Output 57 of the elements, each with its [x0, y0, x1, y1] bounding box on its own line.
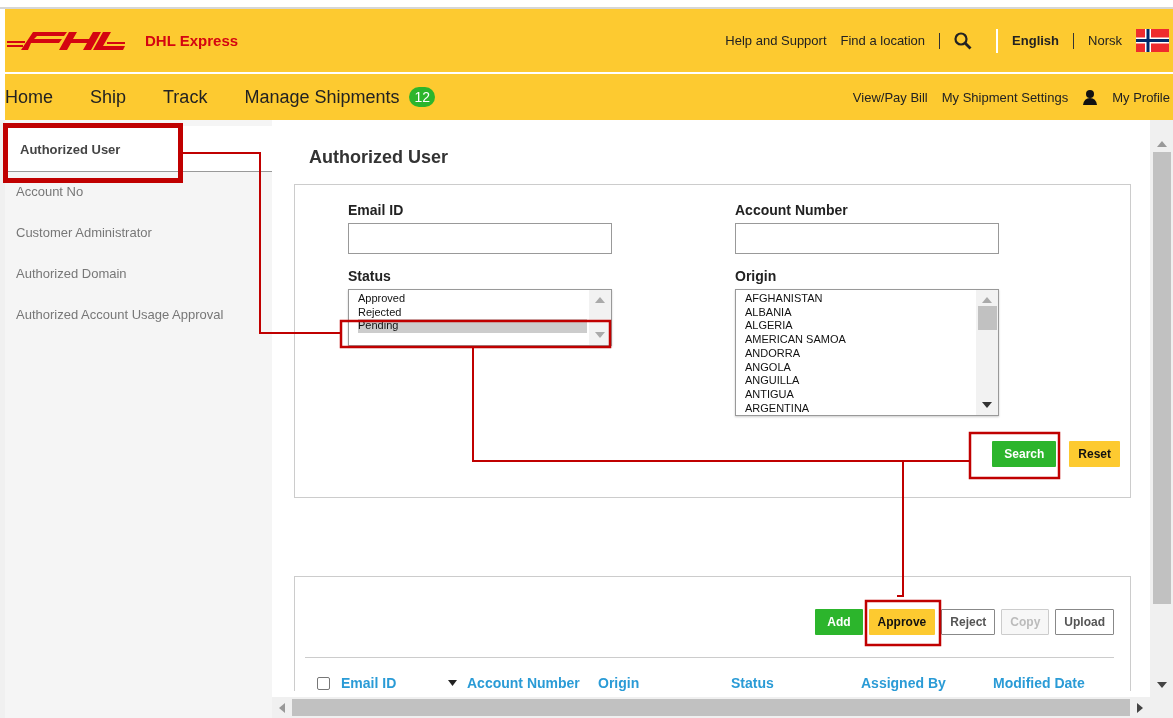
sidebar-item[interactable]: Authorized User: [5, 126, 272, 172]
brand-name: DHL Express: [145, 32, 239, 49]
nav-link[interactable]: Track: [163, 86, 208, 108]
list-option[interactable]: ANDORRA: [745, 346, 976, 361]
field-label: Account Number: [735, 202, 849, 218]
dhl-logo[interactable]: [7, 29, 125, 52]
list-option[interactable]: ANGOLA: [745, 360, 976, 375]
scroll-down-icon[interactable]: [1156, 681, 1167, 689]
list-option[interactable]: ARGENTINA: [745, 401, 976, 415]
page-title: Authorized User: [308, 146, 450, 169]
search-button[interactable]: Reset: [1069, 441, 1120, 467]
nav-link[interactable]: Home: [5, 86, 53, 108]
sidebar-item[interactable]: Authorized Account Usage Approval: [5, 295, 272, 336]
scroll-right-icon[interactable]: [1136, 702, 1144, 713]
list-option[interactable]: ANTIGUA: [745, 387, 976, 402]
nav-link[interactable]: Manage Shipments: [244, 86, 400, 108]
account-number-field[interactable]: [735, 223, 999, 254]
list-option[interactable]: ALBANIA: [745, 305, 976, 320]
scrollbar-thumb[interactable]: [977, 306, 997, 330]
count-badge: 12: [409, 87, 436, 107]
email-field[interactable]: [348, 223, 612, 254]
list-option[interactable]: Rejected: [358, 305, 589, 320]
select-all-checkbox[interactable]: [317, 676, 330, 690]
user-icon: [1082, 89, 1099, 105]
sidebar-item[interactable]: Authorized Domain: [5, 254, 272, 295]
scroll-down-icon[interactable]: [982, 402, 992, 409]
field-label: Origin: [735, 268, 778, 284]
scrollbar-thumb[interactable]: [1152, 152, 1171, 604]
action-button[interactable]: Approve: [868, 609, 936, 635]
scroll-left-icon[interactable]: [278, 702, 286, 713]
language-link[interactable]: Norsk: [1088, 33, 1122, 48]
action-button[interactable]: Reject: [941, 609, 996, 635]
scroll-up-icon[interactable]: [1156, 140, 1167, 148]
sort-caret-icon[interactable]: [448, 680, 458, 686]
flag-icon[interactable]: [1136, 29, 1169, 52]
nav-link[interactable]: Ship: [90, 86, 127, 108]
list-option[interactable]: AMERICAN SAMOA: [745, 333, 976, 347]
list-option[interactable]: AFGHANISTAN: [745, 292, 976, 306]
nav-link[interactable]: My Profile: [1112, 89, 1170, 105]
scroll-up-icon[interactable]: [982, 296, 992, 303]
language-link[interactable]: English: [1012, 33, 1060, 48]
scrollbar-thumb[interactable]: [292, 699, 1130, 716]
scroll-up-icon[interactable]: [595, 296, 605, 303]
action-button[interactable]: Upload: [1055, 609, 1114, 635]
list-option[interactable]: Approved: [358, 292, 589, 306]
list-option[interactable]: ANGUILLA: [745, 374, 976, 388]
sidebar-item[interactable]: Customer Administrator: [5, 213, 272, 254]
header-link[interactable]: Help and Support: [725, 33, 827, 48]
nav-link[interactable]: View/Pay Bill: [852, 89, 928, 105]
list-option[interactable]: ALGERIA: [745, 319, 976, 334]
field-label: Status: [348, 268, 392, 284]
nav-link[interactable]: My Shipment Settings: [941, 89, 1069, 105]
field-label: Email ID: [348, 202, 405, 218]
sidebar-item[interactable]: Account No: [5, 172, 272, 213]
header-link[interactable]: Find a location: [840, 33, 926, 48]
search-icon[interactable]: [954, 31, 973, 50]
origin-listbox[interactable]: AFGHANISTAN ALBANIA ALGERIA AMERICAN SAMOA ANDORRA ANGOLA ANGUILLA ANTIGUA ARGENTINA: [735, 289, 999, 416]
